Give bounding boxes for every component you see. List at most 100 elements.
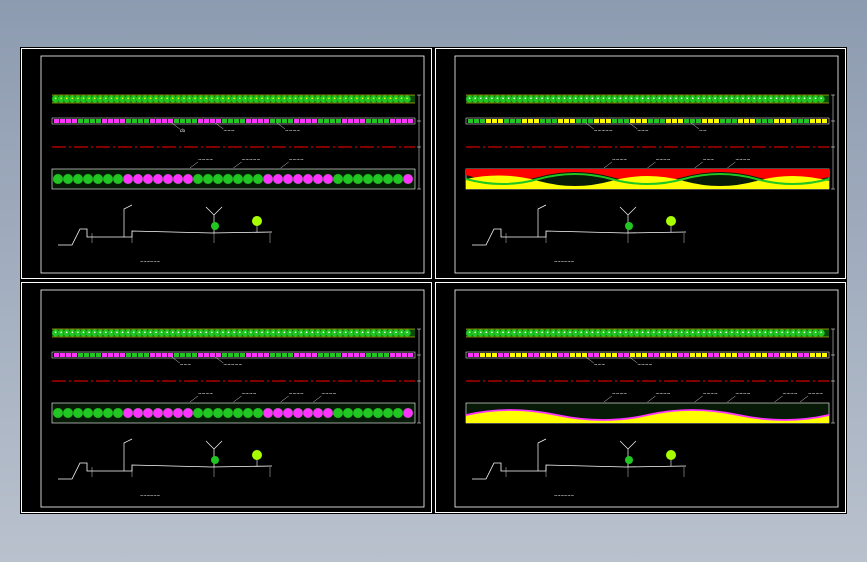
band-shrub (162, 407, 174, 419)
hedge-dot (344, 97, 347, 100)
strip-plant (276, 119, 281, 123)
hedge-dot (652, 331, 655, 334)
band-shrub (142, 407, 154, 419)
hedge-dot (552, 331, 555, 334)
strip-plant (90, 353, 95, 357)
hedge-dot (775, 331, 778, 334)
hedge-dot (183, 97, 185, 100)
strip-plant (78, 119, 83, 123)
sheet-top-right: ~~~~~ ~~~ ~~~~~~ ~~~~ ~~~ ~~~~~~~~~~ (435, 48, 846, 279)
strip-plant (762, 119, 767, 123)
strip-plant (72, 353, 77, 357)
median-strip-planting (468, 353, 827, 357)
plant-label: ~~~~ (612, 392, 627, 397)
hedge-dot (613, 97, 616, 100)
band-shrub (392, 173, 404, 185)
hedge-dot (608, 97, 610, 100)
strip-plant (486, 119, 491, 123)
strip-plant (756, 353, 761, 357)
band-shrub (52, 407, 64, 419)
band-shrub (382, 407, 394, 419)
strip-plant (696, 353, 701, 357)
strip-plant (210, 119, 215, 123)
strip-plant (180, 353, 185, 357)
hedge-dot (389, 97, 392, 100)
strip-plant (534, 353, 539, 357)
strip-plant (330, 119, 335, 123)
plant-label: ~~~~ (198, 392, 213, 397)
hedge-dot (708, 331, 711, 334)
hedge-dot (803, 97, 806, 100)
ground-profile (472, 462, 687, 480)
strip-plant (660, 353, 665, 357)
hedge-dot (625, 97, 627, 100)
hedge-dot (171, 331, 174, 334)
strip-plant (378, 353, 383, 357)
strip-plant (636, 119, 641, 123)
road-cross-section (58, 438, 273, 480)
strip-plant (528, 119, 533, 123)
strip-plant (600, 119, 605, 123)
strip-plant (342, 119, 347, 123)
hedge-dot (585, 97, 588, 100)
leader-line (799, 395, 809, 403)
hedge-dot (608, 331, 610, 334)
hedge-dot (144, 331, 146, 334)
top-hedge-row (465, 95, 825, 103)
hedge-dot (798, 97, 800, 100)
strip-plant (630, 353, 635, 357)
hedge-dot (378, 97, 381, 100)
strip-plant (306, 353, 311, 357)
hedge-dot (294, 97, 297, 100)
plant-label: ~~~~ (289, 392, 304, 397)
strip-plant (786, 119, 791, 123)
band-shrub (162, 173, 174, 185)
strip-plant (618, 353, 623, 357)
strip-plant (558, 119, 563, 123)
strip-plant (264, 119, 269, 123)
leader-line (694, 161, 703, 169)
road-cross-section (472, 204, 687, 246)
strip-plant (714, 119, 719, 123)
hedge-dot (155, 331, 157, 334)
hedge-dot (65, 331, 68, 334)
strip-plant (588, 353, 593, 357)
hedge-dot (613, 331, 616, 334)
strip-plant (60, 119, 65, 123)
band-shrub (232, 407, 244, 419)
hedge-dot (60, 97, 62, 100)
hedge-dot (194, 97, 196, 100)
sheet-outer-frame (21, 48, 432, 279)
hedge-dot (311, 331, 314, 334)
hedge-dot (199, 331, 202, 334)
hedge-dot (479, 97, 482, 100)
hedge-dot (88, 97, 90, 100)
hedge-dot (110, 97, 113, 100)
hedge-dot (809, 97, 811, 100)
band-shrub (352, 173, 364, 185)
band-shrub (192, 173, 204, 185)
band-shrub (212, 173, 224, 185)
hedge-dot (266, 97, 269, 100)
strip-plant (498, 353, 503, 357)
hedge-dot (328, 331, 330, 334)
strip-plant (222, 353, 227, 357)
strip-plant (276, 353, 281, 357)
strip-plant (516, 353, 521, 357)
hedge-dot (77, 97, 79, 100)
hedge-dot (278, 97, 280, 100)
hedge-dot (110, 331, 113, 334)
section-caption: ~~~~~~ (554, 259, 574, 264)
hedge-dot (60, 331, 62, 334)
hedge-dot (99, 97, 102, 100)
strip-plant (762, 353, 767, 357)
strip-plant (240, 353, 245, 357)
hedge-dot (300, 97, 302, 100)
hedge-dot (250, 331, 252, 334)
strip-plant (354, 119, 359, 123)
hedge-dot (238, 331, 241, 334)
strip-plant (144, 119, 149, 123)
hedge-dot (155, 97, 157, 100)
hedge-dot (747, 97, 750, 100)
strip-plant (282, 119, 287, 123)
